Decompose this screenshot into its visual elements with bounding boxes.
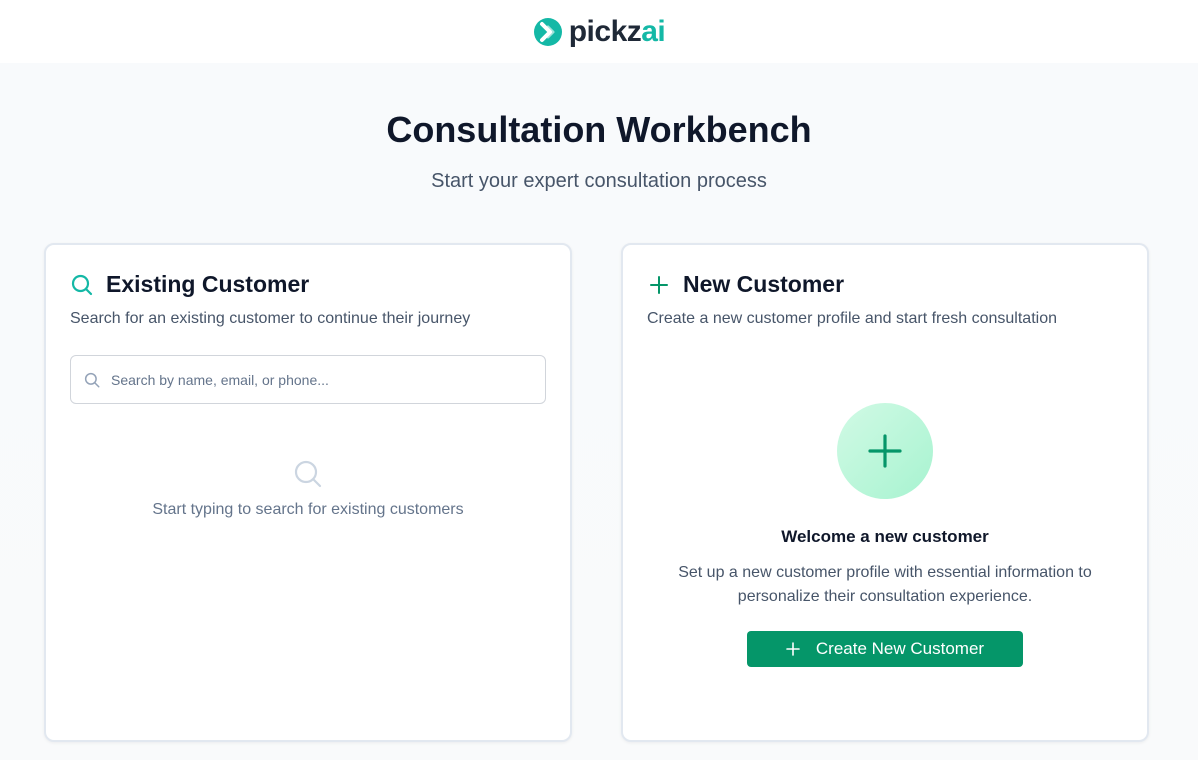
page-subtitle: Start your expert consultation process xyxy=(431,170,767,192)
create-new-customer-button[interactable]: Create New Customer xyxy=(747,631,1023,667)
welcome-title: Welcome a new customer xyxy=(781,527,989,546)
brand-name-part1: pickz xyxy=(568,14,642,48)
existing-customer-header: Existing Customer xyxy=(70,271,309,298)
search-empty-state: Start typing to search for existing cust… xyxy=(46,459,570,519)
empty-state-text: Start typing to search for existing cust… xyxy=(152,501,464,518)
new-customer-header: New Customer xyxy=(647,271,844,298)
search-icon xyxy=(84,372,100,387)
brand-logo[interactable]: pickzai xyxy=(533,14,666,48)
main-content: Consultation Workbench Start your expert… xyxy=(0,63,1198,760)
customer-search-input[interactable] xyxy=(111,371,531,388)
create-new-customer-label: Create New Customer xyxy=(815,639,985,658)
new-customer-illustration xyxy=(837,403,933,499)
top-bar: pickzai xyxy=(0,0,1198,63)
welcome-description: Set up a new customer profile with essen… xyxy=(678,564,1092,605)
customer-search-box[interactable] xyxy=(70,355,546,404)
logo-mark-icon xyxy=(533,17,562,46)
existing-customer-card: Existing Customer Search for an existing… xyxy=(44,243,572,742)
page-title: Consultation Workbench xyxy=(386,109,812,150)
search-icon xyxy=(71,274,93,295)
search-icon xyxy=(294,460,322,488)
new-customer-card: New Customer Create a new customer profi… xyxy=(621,243,1149,742)
existing-customer-description: Search for an existing customer to conti… xyxy=(70,310,471,327)
plus-icon xyxy=(650,275,668,294)
new-customer-description: Create a new customer profile and start … xyxy=(647,310,1057,327)
existing-customer-title: Existing Customer xyxy=(106,271,310,297)
plus-icon xyxy=(786,642,800,656)
brand-name-part2: ai xyxy=(641,14,666,48)
new-customer-title: New Customer xyxy=(683,271,845,297)
brand-name: pickzai xyxy=(568,14,666,48)
plus-icon xyxy=(868,434,902,468)
